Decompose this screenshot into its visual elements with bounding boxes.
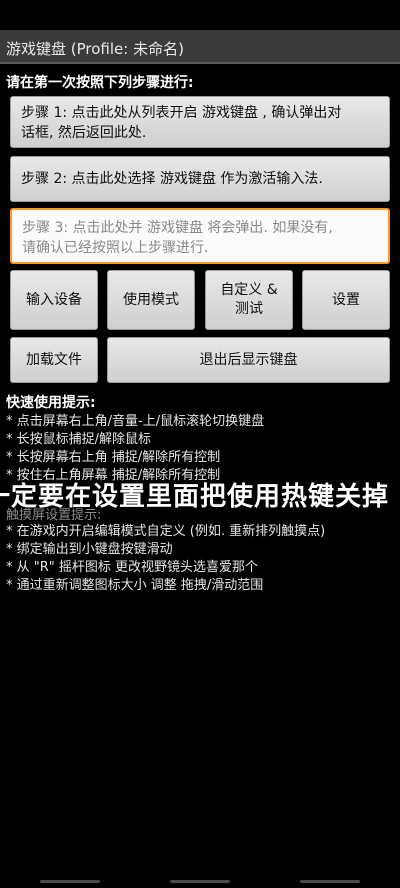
touch-tip-item: * 在游戏内开启编辑模式自定义 (例如. 重新排列触摸点) [6, 524, 326, 539]
settings-button[interactable]: 设置 [302, 270, 390, 330]
customize-test-button[interactable]: 自定义 & 测试 [205, 270, 293, 330]
nav-indicator[interactable] [40, 880, 100, 883]
usage-mode-button[interactable]: 使用模式 [107, 270, 195, 330]
step-1-button[interactable]: 步骤 1: 点击此处从列表开启 游戏键盘 , 确认弹出对 话框, 然后返回此处. [10, 96, 390, 148]
settings-label: 设置 [332, 291, 360, 308]
step-3-button[interactable]: 步骤 3: 点击此处并 游戏键盘 将会弹出. 如果没有, 请确认已经按照以上步骤… [10, 208, 390, 264]
step-3-line-1: 步骤 3: 点击此处并 游戏键盘 将会弹出. 如果没有, [22, 220, 333, 236]
step-2-button[interactable]: 步骤 2: 点击此处选择 游戏键盘 作为激活输入法. [10, 156, 390, 202]
app-title: 游戏键盘 (Profile: 未命名) [6, 40, 184, 58]
quick-tips-title: 快速使用提示: [6, 395, 96, 411]
overlay-caption: 一定要在设置里面把使用热键关掉 [0, 482, 390, 512]
customize-label-line-1: 自定义 & [220, 282, 278, 298]
exit-show-keyboard-label: 退出后显示键盘 [199, 351, 298, 368]
app-title-bar: 游戏键盘 (Profile: 未命名) [0, 30, 400, 64]
touch-tip-item: * 从 "R" 摇杆图标 更改视野镜头选喜爱那个 [6, 560, 259, 575]
load-file-button[interactable]: 加载文件 [10, 337, 98, 383]
quick-tip-item: * 长按屏幕右上角 捕捉/解除所有控制 [6, 450, 221, 465]
step-1-line-1: 步骤 1: 点击此处从列表开启 游戏键盘 , 确认弹出对 [21, 105, 342, 121]
input-device-button[interactable]: 输入设备 [10, 270, 98, 330]
quick-tip-item: * 点击屏幕右上角/音量-上/鼠标滚轮切换键盘 [6, 414, 265, 429]
step-1-line-2: 话框, 然后返回此处. [21, 125, 147, 141]
system-nav-bar [0, 872, 400, 888]
input-device-label: 输入设备 [26, 291, 82, 308]
nav-indicator[interactable] [300, 880, 360, 883]
load-file-label: 加载文件 [26, 351, 82, 368]
step-2-line-1: 步骤 2: 点击此处选择 游戏键盘 作为激活输入法. [21, 171, 323, 187]
nav-indicator[interactable] [170, 880, 230, 883]
step-3-line-2: 请确认已经按照以上步骤进行. [22, 240, 209, 256]
customize-label-line-2: 测试 [235, 301, 263, 317]
instructions-header: 请在第一次按照下列步骤进行: [6, 75, 194, 91]
exit-show-keyboard-button[interactable]: 退出后显示键盘 [107, 337, 390, 383]
usage-mode-label: 使用模式 [123, 291, 179, 308]
quick-tip-item: * 长按鼠标捕捉/解除鼠标 [6, 432, 152, 447]
touch-tip-item: * 通过重新调整图标大小 调整 拖拽/滑动范围 [6, 578, 264, 593]
touch-tip-item: * 绑定输出到小键盘按键滑动 [6, 542, 173, 557]
